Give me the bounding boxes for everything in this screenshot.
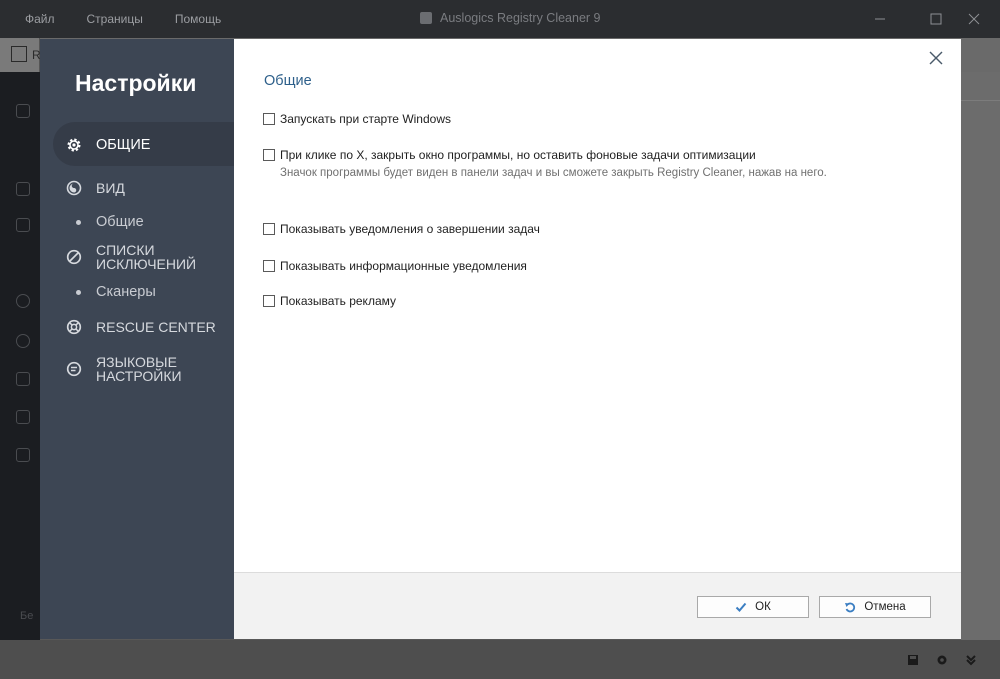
nav-item-label: ВИД — [96, 180, 125, 196]
option-close-to-tray[interactable]: При клике по X, закрыть окно программы, … — [263, 148, 756, 162]
collapse-icon[interactable] — [965, 654, 977, 666]
lifebuoy-icon — [66, 319, 82, 335]
settings-icon[interactable] — [936, 654, 948, 666]
task-notifications-checkbox[interactable] — [263, 223, 275, 235]
option-label: Запускать при старте Windows — [280, 112, 451, 126]
nav-item-label-line1: ЯЗЫКОВЫЕ — [96, 354, 177, 370]
menu-file[interactable]: Файл — [25, 12, 55, 26]
app-title: Auslogics Registry Cleaner 9 — [420, 11, 601, 25]
cancel-button[interactable]: Отмена — [819, 596, 931, 618]
window-close-icon[interactable] — [954, 0, 994, 38]
bg-nav-icon[interactable] — [16, 372, 30, 386]
nav-item-label-multiline: ЯЗЫКОВЫЕ НАСТРОЙКИ — [96, 355, 182, 383]
nav-item-label-line2: ИСКЛЮЧЕНИЙ — [96, 256, 197, 272]
option-label: Показывать информационные уведомления — [280, 259, 527, 273]
show-ads-checkbox[interactable] — [263, 295, 275, 307]
nav-item-rescue-center[interactable]: RESCUE CENTER — [66, 319, 216, 335]
block-icon — [66, 249, 82, 265]
nav-subitem-general[interactable]: Общие — [76, 214, 144, 230]
option-autostart[interactable]: Запускать при старте Windows — [263, 112, 451, 126]
info-notifications-checkbox[interactable] — [263, 260, 275, 272]
minimize-icon[interactable] — [860, 0, 900, 38]
bg-sidebar: Бе — [0, 72, 40, 652]
nav-item-label-line1: СПИСКИ — [96, 242, 155, 258]
undo-icon — [845, 602, 856, 613]
option-description: Значок программы будет виден в панели за… — [280, 167, 827, 179]
app-menubar: Файл Страницы Помощь — [0, 0, 221, 38]
option-label: При клике по X, закрыть окно программы, … — [280, 148, 756, 162]
bg-nav-icon[interactable] — [16, 294, 30, 308]
bg-nav-icon[interactable] — [16, 410, 30, 424]
menu-help[interactable]: Помощь — [175, 12, 221, 26]
option-task-notifications[interactable]: Показывать уведомления о завершении зада… — [263, 222, 540, 236]
settings-content — [234, 39, 961, 639]
nav-subitem-label: Сканеры — [96, 284, 156, 300]
nav-item-label: ОБЩИЕ — [96, 137, 151, 153]
bg-divider — [961, 100, 1000, 101]
bg-right-panel — [961, 72, 1000, 652]
nav-item-exclusions[interactable]: СПИСКИ ИСКЛЮЧЕНИЙ — [66, 243, 196, 271]
nav-item-label-multiline: СПИСКИ ИСКЛЮЧЕНИЙ — [96, 243, 196, 271]
nav-subitem-label: Общие — [96, 214, 144, 230]
app-logo-icon — [420, 12, 432, 24]
dialog-close-icon[interactable] — [927, 49, 945, 67]
save-icon[interactable] — [907, 654, 919, 666]
bullet-icon — [76, 289, 81, 295]
settings-title: Настройки — [75, 70, 197, 96]
gear-icon — [67, 138, 81, 152]
bg-nav-icon[interactable] — [16, 104, 30, 118]
bg-nav-icon[interactable] — [16, 448, 30, 462]
close-to-tray-checkbox[interactable] — [263, 149, 275, 161]
nav-item-label: RESCUE CENTER — [96, 319, 216, 335]
option-info-notifications[interactable]: Показывать информационные уведомления — [263, 259, 527, 273]
bg-nav-icon[interactable] — [16, 182, 30, 196]
palette-icon — [66, 180, 82, 196]
maximize-icon[interactable] — [916, 0, 956, 38]
app-title-text: Auslogics Registry Cleaner 9 — [440, 11, 601, 25]
nav-subitem-scanners[interactable]: Сканеры — [76, 284, 156, 300]
bullet-icon — [76, 219, 81, 225]
ok-button-label: ОК — [755, 601, 771, 613]
cancel-button-label: Отмена — [864, 601, 906, 613]
ok-button[interactable]: ОК — [697, 596, 809, 618]
nav-item-view[interactable]: ВИД — [66, 180, 125, 196]
bg-statusbar — [0, 640, 1000, 679]
option-label: Показывать уведомления о завершении зада… — [280, 222, 540, 236]
option-show-ads[interactable]: Показывать рекламу — [263, 294, 396, 308]
bg-left-label: Бе — [20, 610, 34, 622]
language-icon — [66, 361, 82, 377]
nav-item-general[interactable]: ОБЩИЕ — [66, 137, 150, 153]
autostart-checkbox[interactable] — [263, 113, 275, 125]
checkmark-icon — [735, 602, 747, 612]
app-titlebar: Файл Страницы Помощь Auslogics Registry … — [0, 0, 1000, 38]
table-icon — [11, 46, 27, 62]
menu-pages[interactable]: Страницы — [87, 12, 143, 26]
bg-tab[interactable]: R — [0, 38, 41, 72]
bg-nav-icon[interactable] — [16, 334, 30, 348]
nav-item-language[interactable]: ЯЗЫКОВЫЕ НАСТРОЙКИ — [66, 355, 182, 383]
nav-item-label-line2: НАСТРОЙКИ — [96, 368, 182, 384]
bg-nav-icon[interactable] — [16, 218, 30, 232]
option-label: Показывать рекламу — [280, 294, 397, 308]
section-title: Общие — [264, 73, 312, 89]
